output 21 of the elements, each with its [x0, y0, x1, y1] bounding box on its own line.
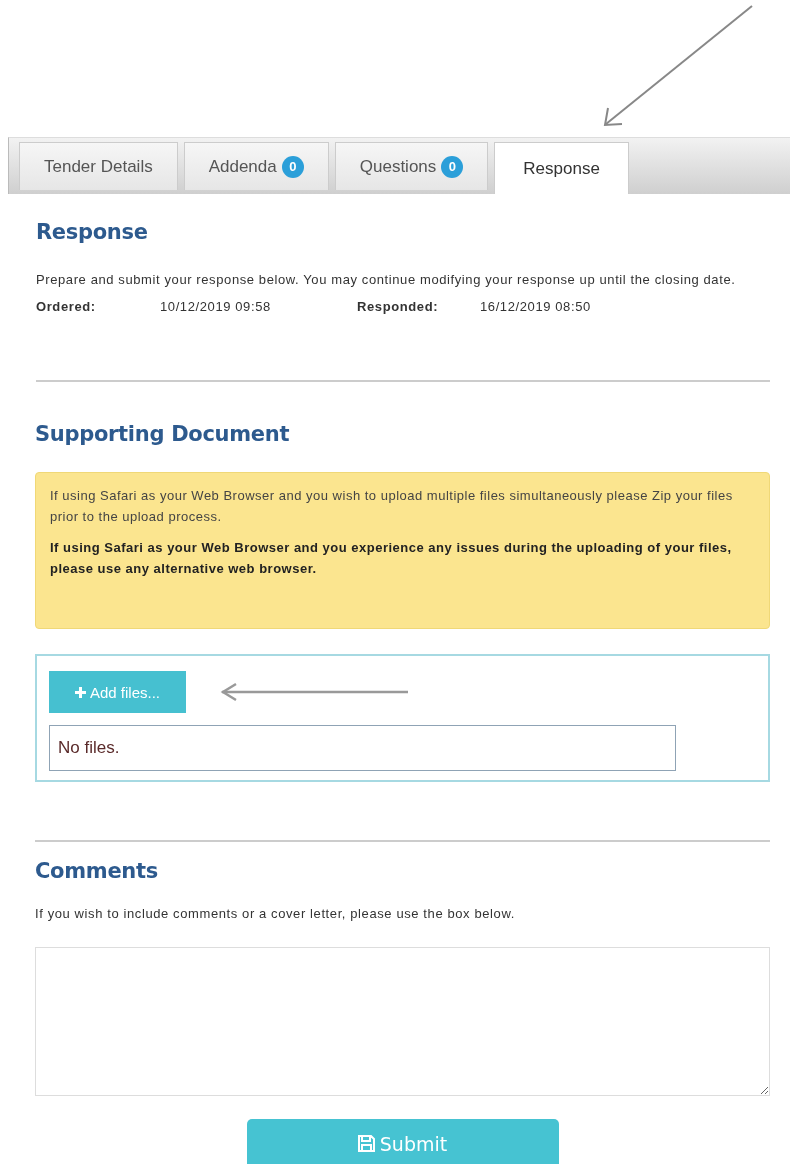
count-badge: 0 — [441, 155, 464, 178]
section-heading: Comments — [35, 858, 159, 885]
tab[interactable]: Tender Details — [19, 142, 178, 190]
tab[interactable]: Questions 0 — [334, 142, 489, 190]
count-badge: 0 — [281, 155, 304, 178]
field-label: Ordered: — [36, 300, 97, 314]
comments-field[interactable] — [35, 947, 770, 1096]
section-heading: Response — [36, 219, 149, 246]
tab[interactable]: Addenda 0 — [183, 142, 329, 190]
field-value: 16/12/2019 08:50 — [480, 300, 592, 314]
field-value: 10/12/2019 09:58 — [160, 300, 272, 314]
description-text: Prepare and submit your response below. You may continue modifying your response up until the closing date. — [36, 273, 737, 287]
save-icon — [357, 1135, 375, 1152]
tab[interactable]: Response — [494, 142, 629, 194]
plus-icon — [74, 686, 86, 698]
notice-text: If using Safari as your Web Browser and you wish to upload multiple files simultaneously please Zip your files prior to the upload process. — [50, 487, 734, 526]
section-heading: Supporting Document — [35, 421, 291, 448]
notice-text: If using Safari as your Web Browser and you experience any issues during the uploading of your files, please use any alternative web browser. — [50, 539, 733, 578]
description-text: If you wish to include comments or a cover letter, please use the box below. — [35, 907, 516, 921]
empty-message: No files. — [58, 738, 120, 758]
field-label: Responded: — [357, 300, 440, 314]
